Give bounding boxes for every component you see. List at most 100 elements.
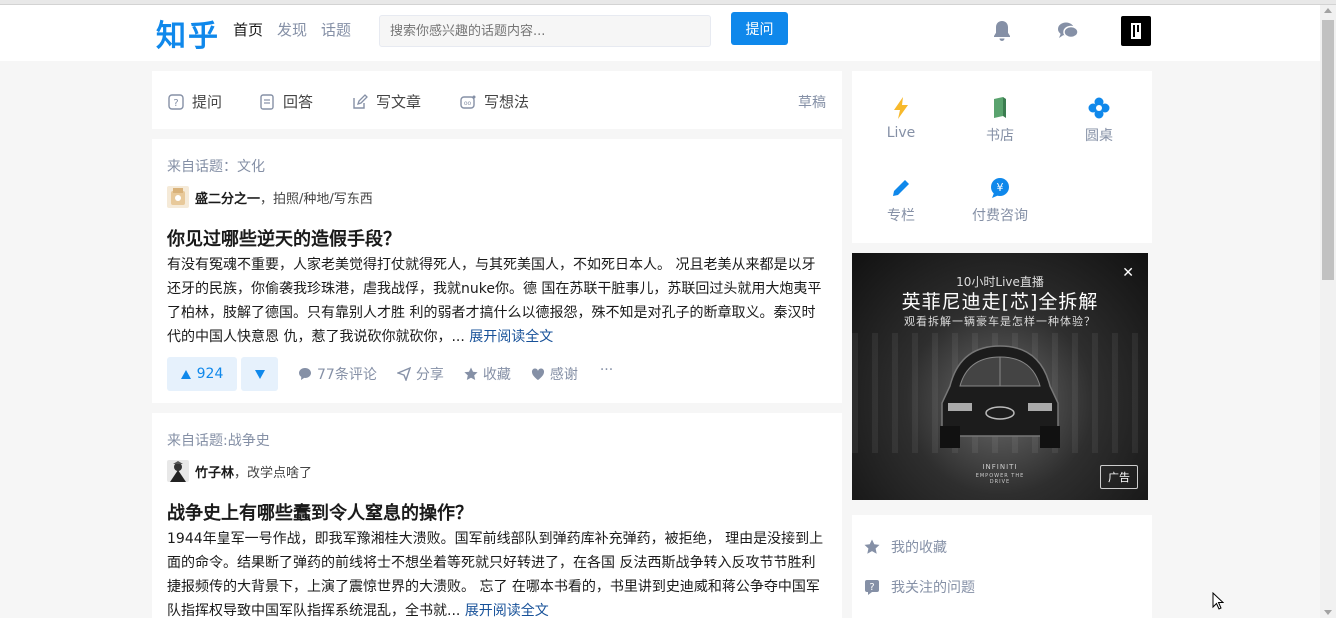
- nav-home[interactable]: 首页: [233, 19, 263, 40]
- heart-icon: [531, 368, 544, 380]
- ad-slogan: EMPOWER THE DRIVE: [975, 473, 1025, 485]
- star-icon: [464, 367, 478, 380]
- collect-label: 收藏: [482, 367, 511, 383]
- svg-text:¥: ¥: [997, 181, 1004, 194]
- action-ask[interactable]: ? 提问: [168, 91, 222, 112]
- page-scrollbar[interactable]: [1320, 5, 1336, 618]
- shortcut-live[interactable]: Live: [861, 95, 941, 141]
- scrollbar-thumb[interactable]: [1322, 20, 1334, 280]
- pen-icon: [893, 180, 909, 196]
- svg-text:?: ?: [869, 582, 874, 593]
- read-more-link[interactable]: 展开阅读全文: [469, 329, 553, 345]
- ad-label: 广告: [1100, 465, 1138, 489]
- answer-excerpt[interactable]: 有没有冤魂不重要，人家老美觉得打仗就得死人，与其死美国人，不如死日本人。 况且老…: [167, 253, 827, 349]
- share-button[interactable]: 分享: [396, 364, 444, 384]
- collect-button[interactable]: 收藏: [464, 364, 511, 384]
- sidebar-links: 我的收藏 ? 我关注的问题: [852, 515, 1152, 618]
- shortcut-column-label: 专栏: [887, 208, 915, 224]
- link-my-collections[interactable]: 我的收藏: [864, 537, 947, 557]
- shortcut-bookstore[interactable]: 书店: [960, 95, 1040, 145]
- shortcut-bookstore-label: 书店: [986, 128, 1014, 144]
- shortcut-roundtable-label: 圆桌: [1085, 128, 1113, 144]
- zhihu-logo[interactable]: 知乎: [156, 11, 220, 55]
- ad-line2: 英菲尼迪走[芯]全拆解: [901, 291, 1099, 313]
- scroll-down-arrow-icon[interactable]: [1324, 610, 1332, 615]
- author-name[interactable]: 盛二分之一: [195, 192, 260, 207]
- shortcut-roundtable[interactable]: 圆桌: [1059, 95, 1139, 145]
- comments-button[interactable]: 77条评论: [298, 364, 377, 384]
- shortcut-column[interactable]: 专栏: [861, 175, 941, 225]
- idea-icon: oo: [460, 95, 476, 109]
- bell-icon[interactable]: [990, 19, 1014, 43]
- nav-explore[interactable]: 发现: [277, 19, 307, 40]
- answer-controls: 924 77条评论 分享 收藏 感谢 ···: [167, 357, 613, 391]
- action-answer[interactable]: 回答: [259, 91, 313, 112]
- user-avatar[interactable]: [1121, 16, 1151, 46]
- feed-author: 盛二分之一，拍照/种地/写东西: [167, 186, 373, 208]
- feed-author: 竹子林，改学点啥了: [167, 460, 312, 482]
- ad-brand-name: INFINITI: [982, 463, 1018, 471]
- action-ask-label: 提问: [192, 93, 223, 111]
- feed-topic[interactable]: 来自话题：文化: [167, 156, 265, 176]
- ad-close-icon[interactable]: ✕: [1122, 265, 1134, 281]
- question-title[interactable]: 战争史上有哪些蠢到令人窒息的操作？: [167, 499, 473, 525]
- question-bubble-icon: ?: [865, 580, 879, 595]
- feed-item: 来自话题：文化 盛二分之一，拍照/种地/写东西 你见过哪些逆天的造假手段？ 有没…: [152, 139, 842, 403]
- shortcut-paid-consult[interactable]: ¥ 付费咨询: [960, 175, 1040, 225]
- answer-icon: [260, 93, 274, 110]
- shortcut-paid-consult-label: 付费咨询: [972, 208, 1028, 224]
- link-followed-questions-label: 我关注的问题: [891, 580, 975, 596]
- ad-line3: 观看拆解一辆豪车是怎样一种体验？: [904, 315, 1096, 328]
- upvote-button[interactable]: 924: [167, 357, 237, 391]
- thanks-label: 感谢: [549, 367, 578, 383]
- answer-excerpt[interactable]: 1944年皇军一号作战，即我军豫湘桂大溃败。国军前线部队到弹药库补充弹药，被拒绝…: [167, 527, 827, 618]
- more-dots: ···: [599, 362, 614, 378]
- svg-text:oo: oo: [464, 100, 472, 107]
- action-write-idea[interactable]: oo 写想法: [460, 91, 529, 112]
- shortcut-live-label: Live: [886, 125, 916, 141]
- author-bio: ，改学点啥了: [234, 465, 313, 481]
- pencil-square-icon: [353, 93, 368, 109]
- star-icon: [864, 539, 880, 554]
- ask-question-button[interactable]: 提问: [731, 12, 788, 45]
- question-icon: ?: [168, 93, 184, 110]
- svg-text:?: ?: [173, 98, 178, 109]
- feed-topic[interactable]: 来自话题:战争史: [167, 430, 270, 450]
- link-followed-questions[interactable]: ? 我关注的问题: [864, 577, 975, 597]
- feed-item: 来自话题:战争史 竹子林，改学点啥了 战争史上有哪些蠢到令人窒息的操作？ 194…: [152, 413, 842, 618]
- action-answer-label: 回答: [283, 93, 314, 111]
- top-header: 知乎 首页 发现 话题 提问: [0, 5, 1320, 61]
- author-avatar[interactable]: [167, 186, 189, 208]
- ad-banner[interactable]: 10小时Live直播 英菲尼迪走[芯]全拆解 观看拆解一辆豪车是怎样一种体验？ …: [852, 253, 1148, 500]
- share-label: 分享: [415, 367, 444, 383]
- compose-actions-bar: ? 提问 回答 写文章 oo 写想法 草稿: [152, 71, 842, 129]
- comments-count: 77条评论: [317, 367, 377, 383]
- author-name[interactable]: 竹子林: [195, 466, 234, 481]
- author-bio: ，拍照/种地/写东西: [260, 191, 373, 207]
- nav-topics[interactable]: 话题: [321, 19, 351, 40]
- ad-brand: INFINITI EMPOWER THE DRIVE: [972, 463, 1028, 485]
- scroll-up-arrow-icon[interactable]: [1324, 8, 1332, 13]
- share-icon: [396, 367, 411, 381]
- read-more-link[interactable]: 展开阅读全文: [465, 603, 549, 618]
- sidebar-shortcuts: Live 书店 圆桌 专栏 ¥ 付费咨询: [852, 71, 1152, 243]
- author-avatar[interactable]: [167, 460, 189, 482]
- main-nav: 首页 发现 话题: [233, 19, 351, 40]
- yen-chat-icon: ¥: [991, 178, 1009, 198]
- thanks-button[interactable]: 感谢: [531, 364, 578, 384]
- roundtable-icon: [1088, 97, 1110, 119]
- car-image: [940, 345, 1060, 448]
- more-options-button[interactable]: ···: [600, 362, 613, 378]
- mouse-cursor-icon: [1212, 592, 1224, 610]
- search-input[interactable]: [379, 15, 711, 47]
- link-my-collections-label: 我的收藏: [891, 540, 947, 556]
- action-write-article[interactable]: 写文章: [352, 91, 421, 112]
- upvote-count: 924: [196, 366, 224, 382]
- question-title[interactable]: 你见过哪些逆天的造假手段？: [167, 225, 401, 251]
- action-write-idea-label: 写想法: [484, 93, 530, 111]
- messages-icon[interactable]: [1056, 19, 1080, 43]
- downvote-button[interactable]: [241, 357, 278, 391]
- lightning-icon: [894, 97, 908, 119]
- drafts-link[interactable]: 草稿: [798, 92, 826, 112]
- comment-icon: [299, 368, 311, 380]
